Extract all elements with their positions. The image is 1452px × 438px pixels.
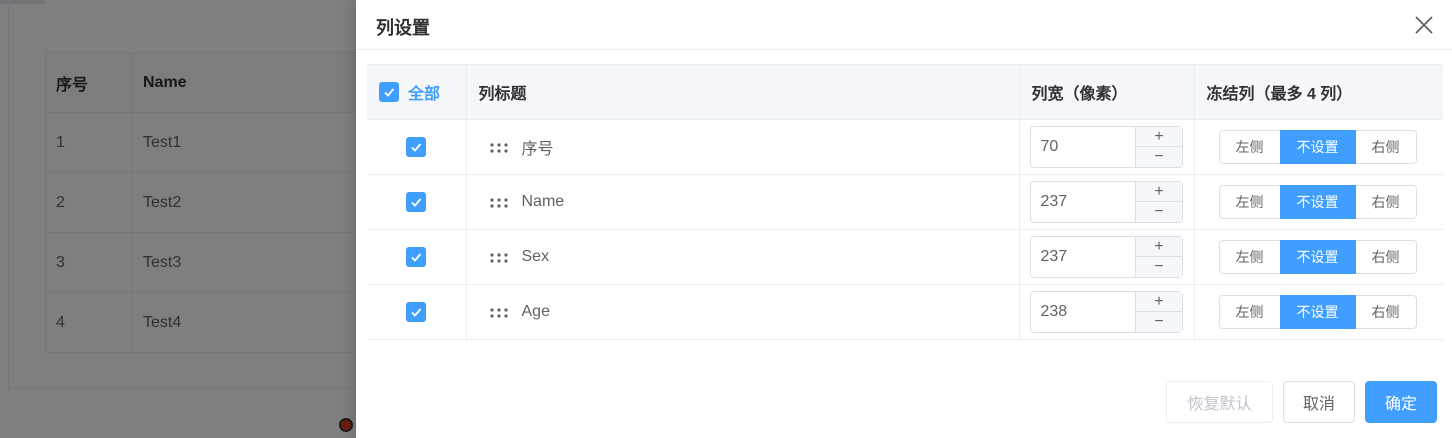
- freeze-none-button[interactable]: 不设置: [1279, 185, 1356, 219]
- drawer-header: 列设置: [356, 0, 1452, 50]
- freeze-none-button[interactable]: 不设置: [1279, 295, 1356, 329]
- row-width-cell: + −: [1018, 229, 1194, 285]
- column-label: Sex: [521, 248, 550, 265]
- table-row: Age + − 左侧 不设置 右侧: [367, 284, 1444, 340]
- row-title-cell: Sex: [465, 229, 1019, 285]
- cancel-button[interactable]: 取消: [1283, 381, 1355, 423]
- select-all-checkbox[interactable]: [379, 82, 399, 102]
- width-stepper: + −: [1029, 291, 1183, 333]
- row-checkbox-cell: [367, 174, 466, 230]
- column-label: Name: [521, 193, 565, 210]
- row-freeze-cell: 左侧 不设置 右侧: [1193, 119, 1444, 175]
- width-input[interactable]: [1030, 127, 1135, 167]
- increase-button[interactable]: +: [1135, 127, 1183, 147]
- stepper-controls: + −: [1134, 237, 1183, 277]
- row-title-cell: 序号: [465, 119, 1019, 175]
- row-checkbox-cell: [367, 119, 466, 175]
- row-width-cell: + −: [1018, 174, 1194, 230]
- row-freeze-cell: 左侧 不设置 右侧: [1193, 229, 1444, 285]
- drawer-title: 列设置: [376, 18, 430, 38]
- freeze-right-button[interactable]: 右侧: [1354, 295, 1417, 329]
- row-freeze-cell: 左侧 不设置 右侧: [1193, 284, 1444, 340]
- width-stepper: + −: [1029, 126, 1183, 168]
- stepper-controls: + −: [1134, 182, 1183, 222]
- freeze-right-button[interactable]: 右侧: [1354, 185, 1417, 219]
- column-title-header: 列标题: [465, 64, 1019, 120]
- confirm-button[interactable]: 确定: [1365, 381, 1437, 423]
- freeze-segmented-control: 左侧 不设置 右侧: [1218, 185, 1444, 219]
- row-title-cell: Age: [465, 284, 1019, 340]
- table-row: Name + − 左侧 不设置 右: [367, 174, 1444, 230]
- drag-handle-icon[interactable]: [489, 306, 509, 318]
- table-row: 序号 + − 左侧 不设置 右侧: [367, 119, 1444, 175]
- decrease-button[interactable]: −: [1136, 312, 1183, 332]
- drag-handle-icon[interactable]: [489, 196, 509, 208]
- row-checkbox[interactable]: [406, 302, 427, 322]
- reset-defaults-button[interactable]: 恢复默认: [1166, 381, 1273, 423]
- freeze-none-button[interactable]: 不设置: [1279, 240, 1356, 274]
- width-input[interactable]: [1030, 182, 1135, 222]
- increase-button[interactable]: +: [1135, 182, 1183, 202]
- increase-button[interactable]: +: [1135, 237, 1183, 257]
- select-all-label[interactable]: 全部: [408, 80, 440, 104]
- freeze-segmented-control: 左侧 不设置 右侧: [1218, 295, 1444, 329]
- column-label: Age: [521, 303, 550, 320]
- freeze-segmented-control: 左侧 不设置 右侧: [1218, 130, 1444, 164]
- width-stepper: + −: [1029, 181, 1183, 223]
- row-title-cell: Name: [465, 174, 1019, 230]
- column-settings-table: 全部 列标题 列宽（像素） 冻结列（最多 4 列） 序号 70 + − 左侧 不…: [367, 64, 1443, 340]
- stepper-controls: + −: [1134, 292, 1183, 332]
- row-width-cell: + −: [1018, 119, 1194, 175]
- decrease-button[interactable]: −: [1136, 147, 1183, 167]
- column-settings-drawer: 列设置 全部 列标题 列宽（像素） 冻结列（最多 4 列） 序号 70 + − …: [356, 0, 1452, 438]
- row-freeze-cell: 左侧 不设置 右侧: [1193, 174, 1444, 230]
- decrease-button[interactable]: −: [1136, 257, 1183, 277]
- column-width-header: 列宽（像素）: [1018, 64, 1194, 120]
- row-checkbox-cell: [367, 229, 466, 285]
- select-all-header: 全部: [367, 64, 466, 120]
- drag-handle-icon[interactable]: [489, 251, 509, 263]
- freeze-right-button[interactable]: 右侧: [1354, 240, 1417, 274]
- row-checkbox[interactable]: [406, 137, 427, 157]
- settings-table-header: 全部 列标题 列宽（像素） 冻结列（最多 4 列）: [367, 64, 1443, 120]
- decrease-button[interactable]: −: [1136, 202, 1183, 222]
- row-checkbox-cell: [367, 284, 466, 340]
- width-input[interactable]: [1030, 237, 1135, 277]
- drag-handle-icon[interactable]: [489, 141, 509, 153]
- freeze-right-button[interactable]: 右侧: [1354, 130, 1417, 164]
- freeze-left-button[interactable]: 左侧: [1218, 240, 1281, 274]
- column-label: 序号: [521, 141, 554, 158]
- freeze-left-button[interactable]: 左侧: [1218, 295, 1281, 329]
- stepper-controls: + −: [1134, 127, 1183, 167]
- freeze-left-button[interactable]: 左侧: [1218, 130, 1281, 164]
- freeze-none-button[interactable]: 不设置: [1279, 130, 1356, 164]
- increase-button[interactable]: +: [1135, 292, 1183, 312]
- close-icon[interactable]: [1411, 12, 1437, 38]
- table-row: Sex + − 左侧 不设置 右侧: [367, 229, 1444, 285]
- freeze-left-button[interactable]: 左侧: [1218, 185, 1281, 219]
- freeze-column-header: 冻结列（最多 4 列）: [1193, 64, 1443, 120]
- row-checkbox[interactable]: [406, 192, 427, 212]
- freeze-segmented-control: 左侧 不设置 右侧: [1218, 240, 1444, 274]
- row-checkbox[interactable]: [406, 247, 427, 267]
- row-width-cell: + −: [1018, 284, 1194, 340]
- width-input[interactable]: [1030, 292, 1135, 332]
- width-stepper: + −: [1029, 236, 1183, 278]
